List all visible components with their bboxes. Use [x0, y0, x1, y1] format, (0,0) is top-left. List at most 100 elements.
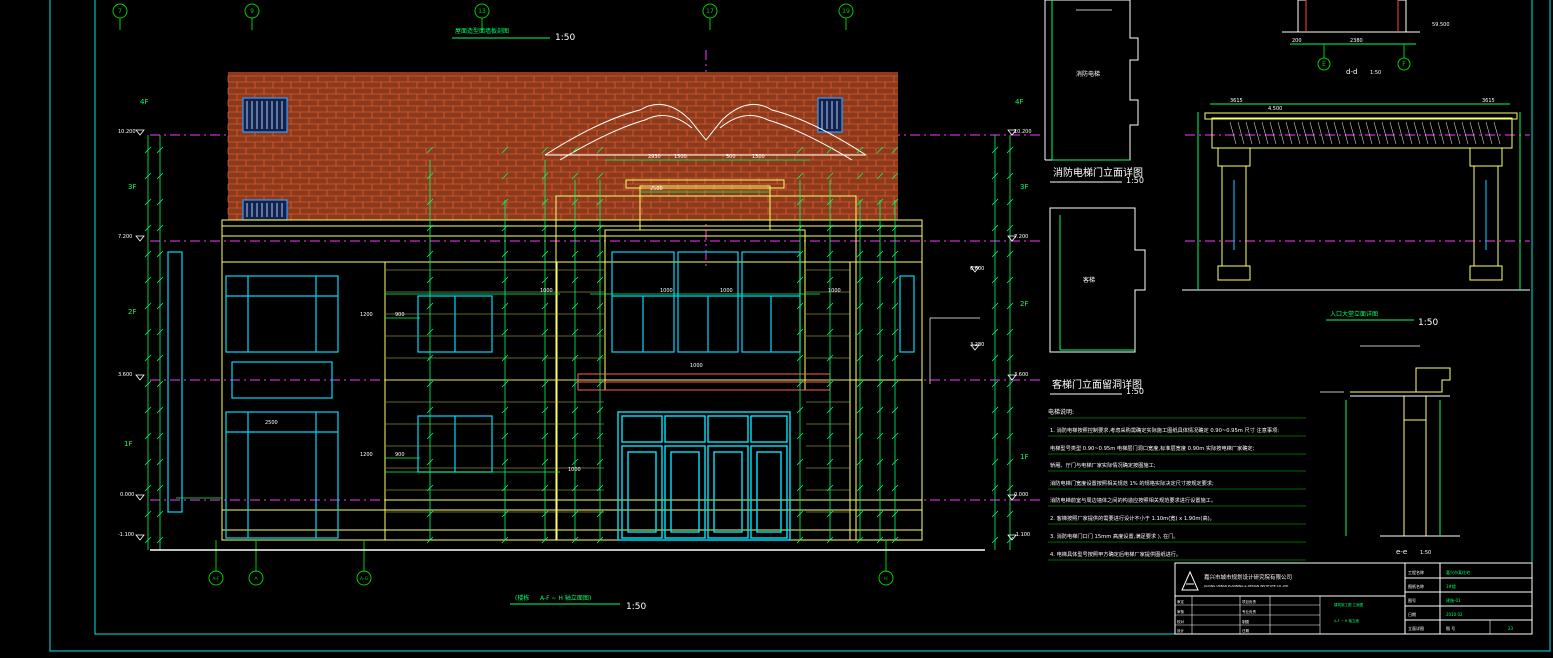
dim-label: 900: [395, 312, 405, 318]
hatch-line: [1269, 121, 1277, 145]
notes-heading: 电梯说明:: [1048, 408, 1074, 416]
tb-row-value: 制图: [1242, 619, 1250, 624]
dd-dim: 59.500: [1432, 22, 1450, 28]
tb-row-value: 日期: [1242, 628, 1250, 633]
entrance-title: 入口大堂立面详图 1:50: [1326, 310, 1438, 328]
floor-label-left: 1F: [124, 440, 132, 448]
note-line: 消防电梯前室与周边墙体之间的构造应按照相关规范要求进行设置施工。: [1050, 496, 1216, 504]
entrance-title-text: 入口大堂立面详图: [1330, 310, 1378, 318]
tb-value: 23: [1508, 626, 1514, 631]
tb-row-value: 专业负责: [1242, 609, 1257, 614]
hatch-line: [1413, 121, 1421, 145]
hatch-line: [1373, 121, 1381, 145]
hatch-line: [1469, 121, 1477, 145]
ee-scale: 1:50: [1420, 550, 1431, 556]
passenger-door-detail: [1049, 207, 1146, 353]
tb-value: 建施-01: [1446, 597, 1461, 603]
dim-label: 1000: [828, 288, 841, 294]
hatch-line: [1309, 121, 1317, 145]
dim-label: 1000: [568, 467, 581, 473]
ee-section: [1345, 367, 1460, 537]
title-block-text: 嘉兴市城市规划设计研究院有限公司 JIAXING URBAN PLANNING …: [1177, 569, 1514, 633]
elevation-left: 10.200: [118, 129, 136, 135]
note-line: 1. 消防电梯按照控制要求,考虑采购需确定实际施工图纸具体情况确定 0.90~0…: [1050, 426, 1279, 434]
dd-dim: 2380: [1350, 38, 1363, 44]
hatch-line: [1421, 121, 1429, 145]
passenger-door-label: 客梯: [1083, 276, 1095, 284]
hatch-line: [1437, 121, 1445, 145]
main-top-title: 屋面造型面墙板剖图 1:50: [452, 27, 575, 43]
axis-label: 17: [706, 8, 714, 15]
dd-axis-f: F: [1402, 61, 1406, 68]
floor-label-right: 3F: [1020, 183, 1028, 191]
dim-label: 1000: [540, 288, 553, 294]
ee-title: e-e 1:50: [1396, 548, 1431, 556]
tb-row-label: 审定: [1177, 599, 1185, 604]
passenger-door-title: 客梯门立面留洞详图 1:50: [1050, 378, 1144, 396]
hatch-line: [1245, 121, 1253, 145]
main-top-scale: 1:50: [555, 33, 575, 43]
dd-scale: 1:50: [1370, 70, 1381, 76]
dim-label: 900: [395, 452, 405, 458]
hatch-line: [1333, 121, 1341, 145]
tb-mid-value: A-F ~ H 轴立面: [1334, 618, 1359, 623]
fire-door-scale: 1:50: [1126, 176, 1144, 185]
main-bottom-title: (楼栋 A-F ~ H 轴立面图) 1:50: [510, 594, 646, 612]
dd-dim: 200: [1292, 38, 1302, 44]
entrance-scale: 1:50: [1418, 318, 1438, 328]
floor-label-left: 4F: [140, 98, 148, 106]
tb-row-label: 设计: [1177, 628, 1185, 633]
brick-wall: [227, 72, 898, 220]
axis-label: 9: [250, 8, 254, 15]
tb-label: 工程名称: [1408, 569, 1424, 575]
hatch-line: [1277, 121, 1285, 145]
hatch-line: [1293, 121, 1301, 145]
fire-door-title: 消防电梯门立面详图 1:50: [1050, 166, 1144, 185]
hatch-line: [1325, 121, 1333, 145]
fire-door-detail: [1044, 0, 1139, 161]
hatch-line: [1445, 121, 1453, 145]
dim-label: 1000: [690, 363, 703, 369]
floor-label-left: 2F: [128, 308, 136, 316]
main-top-title-text: 屋面造型面墙板剖图: [455, 27, 509, 35]
tb-value: 嘉兴市某住宅: [1446, 569, 1470, 575]
dim-label: 1500: [674, 154, 687, 160]
dim-label: 1200: [360, 452, 373, 458]
dim-label: 2580: [650, 186, 663, 192]
grid-axis-labels-top: 7 9 13 17 19: [118, 8, 850, 15]
floor-label-right: 2F: [1020, 300, 1028, 308]
facade-outline: [221, 179, 923, 541]
note-line: 消防电梯门宽度设置按照相关规范 1% 的规格实际决定尺寸按规定要求;: [1050, 479, 1214, 487]
note-line: 电梯型号类型 0.90~0.95m 电梯层门洞口宽度,标准层宽度 0.90m 实…: [1050, 444, 1255, 452]
dd-title: d-d 1:50: [1346, 68, 1381, 76]
company-name: 嘉兴市城市规划设计研究院有限公司: [1204, 573, 1292, 581]
hatch-line: [1461, 121, 1469, 145]
hatch-line: [1349, 121, 1357, 145]
tb-row-label: 审核: [1177, 609, 1185, 614]
portal-dim: 4.500: [1268, 106, 1282, 112]
axis-label: A: [254, 576, 258, 582]
portal-dim: 3615: [1230, 98, 1243, 104]
dd-title-text: d-d: [1346, 68, 1357, 76]
portal-dim: 3615: [1482, 98, 1495, 104]
main-bottom-scale: 1:50: [626, 602, 646, 612]
dim-label: 1000: [660, 288, 673, 294]
hatch-line: [1477, 121, 1485, 145]
hatch-line: [1365, 121, 1373, 145]
elevation-left: 0.000: [120, 492, 134, 498]
floor-label-right: 4F: [1015, 98, 1023, 106]
cad-viewport[interactable]: 7 9 13 17 19 屋面造型面墙板剖图 1:50 4F 3F 2F 1F …: [0, 0, 1553, 658]
main-bottom-title-left: (楼栋: [515, 594, 529, 602]
grid-axes-bottom: [208, 540, 894, 586]
dim-label: 2500: [265, 420, 278, 426]
note-line: 3. 消防电梯门口门 15mm 高度设置,满足要求 ), 在门。: [1050, 532, 1179, 540]
fire-door-label: 消防电梯: [1076, 70, 1100, 78]
ee-title-text: e-e: [1396, 548, 1407, 556]
floor-label-right: 1F: [1020, 453, 1028, 461]
axis-label: 13: [478, 8, 486, 15]
entrance-portal: [1182, 103, 1530, 291]
hatch-line: [1261, 121, 1269, 145]
cad-drawing-canvas[interactable]: 7 9 13 17 19 屋面造型面墙板剖图 1:50 4F 3F 2F 1F …: [0, 0, 1553, 658]
grid-axis-labels-bottom: A-F A A-G H: [212, 576, 887, 582]
tb-label: 图纸名称: [1408, 583, 1424, 589]
